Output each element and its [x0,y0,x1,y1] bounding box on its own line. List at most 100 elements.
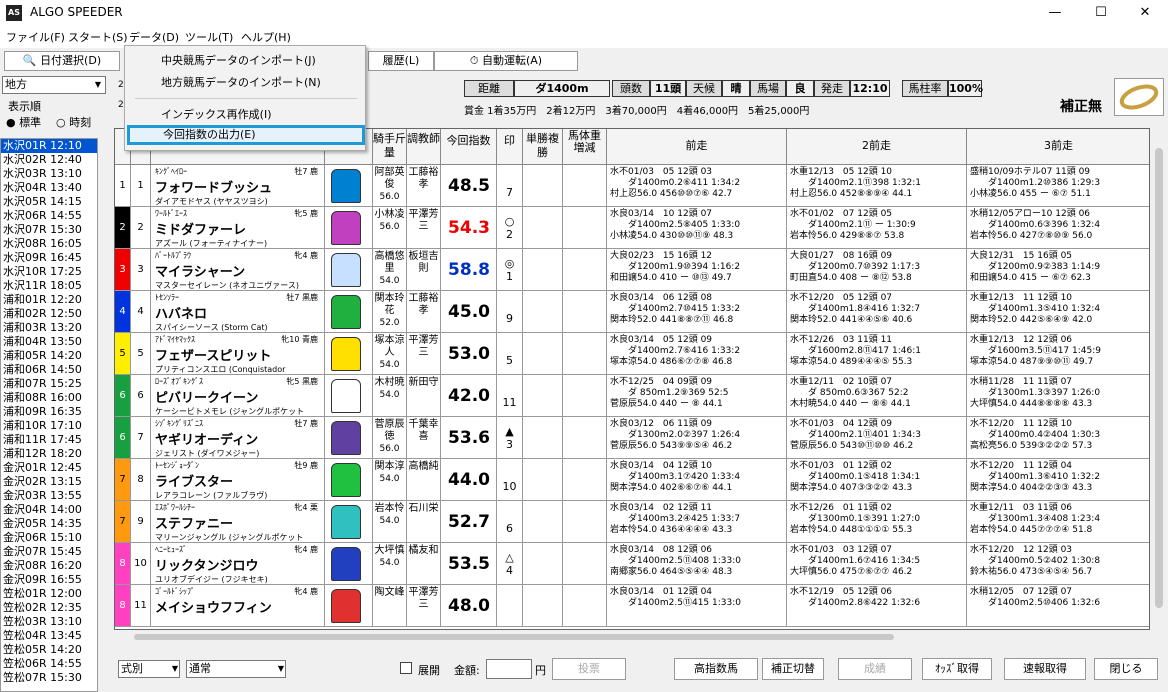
race-list-item[interactable]: 水沢04R 13:40 [1,181,97,195]
race-list-item[interactable]: 浦和06R 14:50 [1,363,97,377]
prediction-mark[interactable] [497,509,522,522]
prediction-mark[interactable] [497,173,522,186]
horse-name[interactable]: ヤギリオーディン [155,429,320,448]
odds-button[interactable]: ｵｯｽﾞ取得 [922,658,992,680]
prediction-mark[interactable] [497,383,522,396]
race-list-item[interactable]: 水沢05R 14:15 [1,195,97,209]
menu-import-central[interactable]: 中央競馬データのインポート(J) [135,51,357,71]
menu-start[interactable]: スタート(S) [68,29,128,45]
horse-name[interactable]: ハバネロ [155,303,320,322]
maximize-button[interactable]: ☐ [1078,0,1124,26]
race-list-item[interactable]: 浦和11R 17:45 [1,433,97,447]
menu-tools[interactable]: ツール(T) [185,29,233,45]
race-list-item[interactable]: 笠松07R 15:30 [1,671,97,685]
race-list-item[interactable]: 浦和07R 15:25 [1,377,97,391]
race-list-item[interactable]: 浦和03R 13:20 [1,321,97,335]
menu-file[interactable]: ファイル(F) [6,29,65,45]
race-list-item[interactable]: 金沢07R 15:45 [1,545,97,559]
amount-input[interactable] [486,659,532,679]
bet-type-select[interactable]: 式別 ▼ [118,660,180,678]
race-list-item[interactable]: 金沢09R 16:55 [1,573,97,587]
race-list-item[interactable]: 金沢08R 16:20 [1,559,97,573]
past-race-line: 岩本怜56.0 429⑧⑧⑦ 53.8 [790,231,905,241]
vote-button[interactable]: 投票 [552,658,626,680]
horse-name[interactable]: マイラシャーン [155,261,320,280]
race-list-item[interactable]: 笠松01R 12:00 [1,587,97,601]
race-list-item[interactable]: 金沢06R 15:10 [1,531,97,545]
horse-name[interactable]: リックタンジロウ [155,555,320,574]
horse-name[interactable]: ステファニー [155,513,320,532]
horizontal-scrollbar[interactable] [114,630,1150,644]
race-list-item[interactable]: 水沢03R 13:10 [1,167,97,181]
horse-name[interactable]: ミドダファーレ [155,219,320,238]
prediction-mark[interactable] [497,341,522,354]
race-list-item[interactable]: 水沢02R 12:40 [1,153,97,167]
sort-time-radio[interactable]: ○ 時刻 [56,114,91,130]
horse-name[interactable]: ライブスター [155,471,320,490]
race-list-item[interactable]: 笠松05R 14:20 [1,643,97,657]
horse-name[interactable]: メイショウフフィン [155,597,320,616]
expand-checkbox[interactable] [400,662,412,674]
menu-import-local[interactable]: 地方競馬データのインポート(N) [135,73,357,93]
menu-export-index[interactable]: 今回指数の出力(E) [127,125,365,145]
prediction-mark[interactable] [497,299,522,312]
race-list-item[interactable]: 笠松03R 13:10 [1,615,97,629]
race-list-item[interactable]: 笠松06R 14:55 [1,657,97,671]
close-window-button[interactable]: 閉じる [1094,658,1158,680]
prediction-mark[interactable]: ◎ [497,257,522,270]
race-list-item[interactable]: 浦和05R 14:20 [1,349,97,363]
race-list-item[interactable]: 水沢06R 14:55 [1,209,97,223]
race-list-item[interactable]: 金沢05R 14:35 [1,517,97,531]
race-list-item[interactable]: 浦和01R 12:20 [1,293,97,307]
race-list-item[interactable]: 浦和09R 16:35 [1,405,97,419]
horse-name[interactable]: フォワードブッシュ [155,177,320,196]
race-list-item[interactable]: 水沢10R 17:25 [1,265,97,279]
race-list-item[interactable]: 水沢08R 16:05 [1,237,97,251]
past-race-line: 大良01/27 08 16頭 09 [790,251,893,261]
race-list-item[interactable]: 浦和04R 13:50 [1,335,97,349]
flash-button[interactable]: 速報取得 [1004,658,1086,680]
high-index-button[interactable]: 高指数馬 [674,658,758,680]
race-list-item[interactable]: 浦和12R 18:20 [1,447,97,461]
prediction-mark[interactable] [497,467,522,480]
menu-data[interactable]: データ(D) [129,29,179,45]
jockey-weight: 54.0 [379,474,400,484]
race-list-item[interactable]: 水沢09R 16:45 [1,251,97,265]
race-list-item[interactable]: 笠松02R 12:35 [1,601,97,615]
correction-toggle-button[interactable]: 補正切替 [762,658,824,680]
sire-name: ﾜｰﾙﾄﾞｴｰｽ [155,209,187,218]
venue-select[interactable]: 地方 ▼ [2,76,106,94]
date-select-button[interactable]: 🔍 日付選択(D) [4,51,120,71]
horse-name[interactable]: ピバリークイーン [155,387,320,406]
menu-rebuild-index[interactable]: インデックス再作成(I) [135,105,357,125]
race-list-item[interactable]: 金沢01R 12:45 [1,461,97,475]
past-race-line: 水稍12/05アロー10 12頭 06 [970,209,1091,219]
mode-select[interactable]: 通常 ▼ [186,660,286,678]
vertical-scrollbar[interactable] [1150,128,1168,630]
race-list-item[interactable]: 水沢01R 12:10 [1,139,97,153]
race-list-item[interactable]: 笠松04R 13:45 [1,629,97,643]
race-list-item[interactable]: 金沢04R 14:00 [1,503,97,517]
past-race-2: 水重12/11 02 10頭 07 ダ 850m0.6③367 52:2 木村暁54… [787,375,967,417]
horse-name[interactable]: フェザースピリット [155,345,320,364]
race-list-item[interactable]: 金沢02R 13:15 [1,475,97,489]
prediction-mark[interactable]: △ [497,551,522,564]
race-list-item[interactable]: 浦和10R 17:10 [1,419,97,433]
race-list-item[interactable]: 金沢03R 13:55 [1,489,97,503]
auto-run-button[interactable]: ⏱ 自動運転(A) [434,51,578,71]
race-list-item[interactable]: 浦和08R 16:00 [1,391,97,405]
prediction-mark[interactable] [497,593,522,606]
sort-standard-radio[interactable]: ● 標準 [6,114,41,130]
hscroll-thumb[interactable] [134,634,894,640]
prediction-mark[interactable]: ▲ [497,425,522,438]
history-button[interactable]: 履歴(L) [368,51,434,71]
close-button[interactable]: ✕ [1122,0,1168,26]
scroll-thumb[interactable] [1155,148,1163,608]
menu-help[interactable]: ヘルプ(H) [241,29,291,45]
race-list-item[interactable]: 水沢11R 18:05 [1,279,97,293]
prediction-mark[interactable]: ○ [497,215,522,228]
race-list-item[interactable]: 浦和02R 12:50 [1,307,97,321]
result-button[interactable]: 成績 [838,658,912,680]
race-list-item[interactable]: 水沢07R 15:30 [1,223,97,237]
minimize-button[interactable]: — [1032,0,1078,26]
